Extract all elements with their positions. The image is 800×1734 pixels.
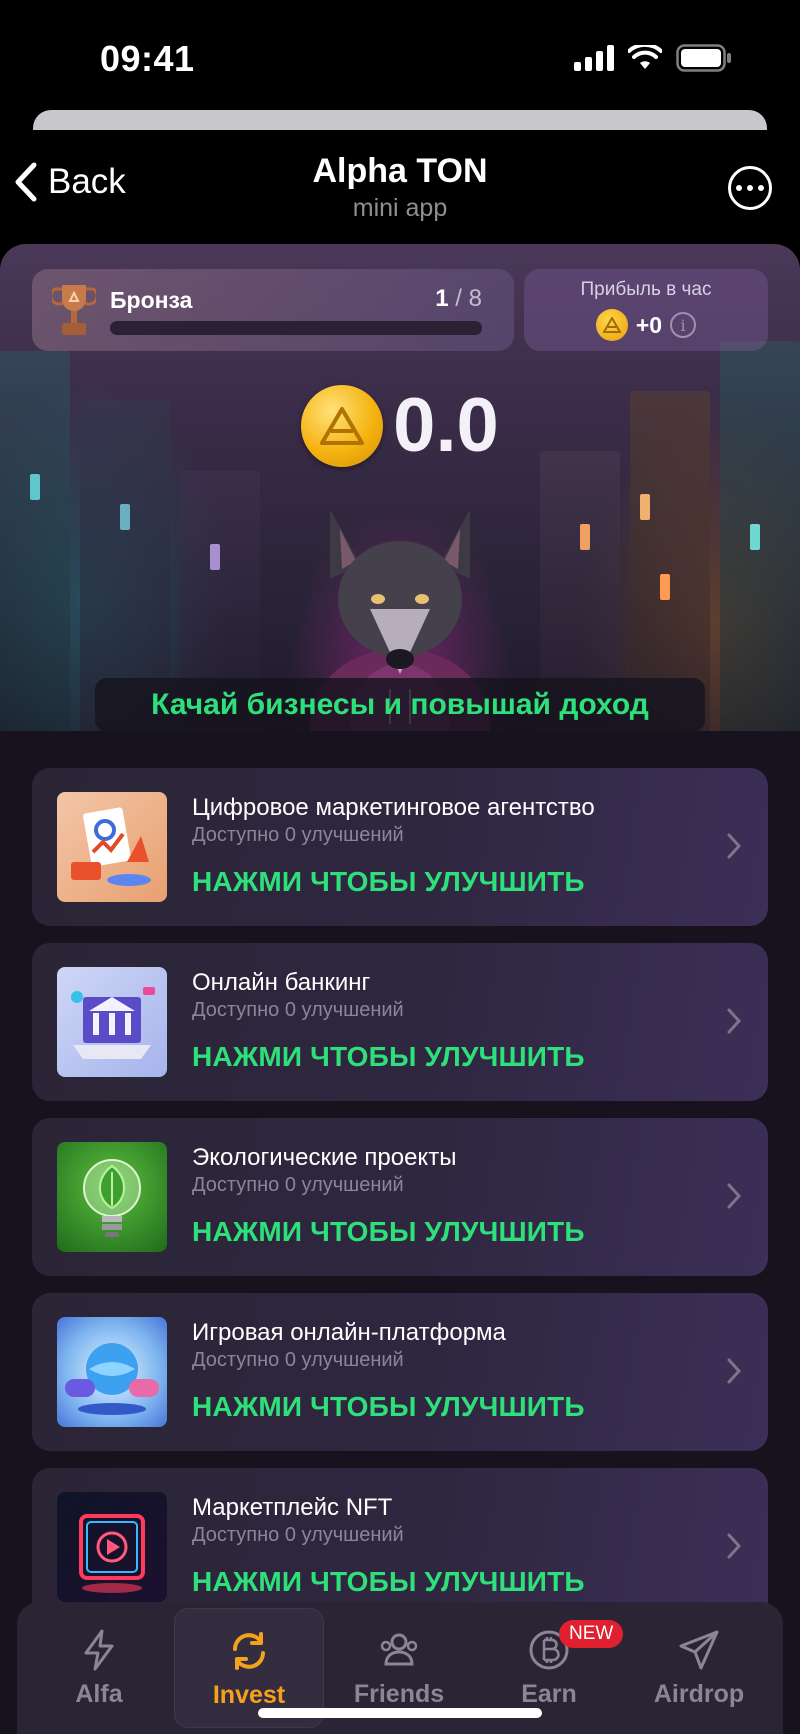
upgrade-cta: НАЖМИ ЧТОБЫ УЛУЧШИТЬ [192, 1391, 585, 1422]
chevron-right-icon [727, 1008, 742, 1034]
upgrade-cta: НАЖМИ ЧТОБЫ УЛУЧШИТЬ [192, 1041, 585, 1072]
profit-row: +0 i [524, 309, 768, 341]
home-indicator[interactable] [258, 1708, 542, 1718]
more-options-button[interactable] [728, 166, 772, 210]
refresh-icon [233, 1632, 265, 1670]
rank-level-separator: / [455, 285, 462, 312]
battery-icon [676, 44, 731, 72]
business-thumbnail-nft [57, 1492, 167, 1602]
upgrade-cta: НАЖМИ ЧТОБЫ УЛУЧШИТЬ [192, 1566, 585, 1597]
neon-light [750, 524, 760, 550]
status-bar: 09:41 [0, 0, 800, 110]
neon-light [30, 474, 40, 500]
rank-name: Бронза [110, 287, 193, 313]
trophy-icon [52, 285, 96, 335]
rank-progress-bar [110, 321, 482, 335]
app-subtitle: mini app [352, 194, 448, 222]
tab-label: Friends [353, 1680, 445, 1708]
upgrade-cta: НАЖМИ ЧТОБЫ УЛУЧШИТЬ [192, 1216, 585, 1247]
rank-card[interactable]: Бронза 1 / 8 [32, 269, 514, 351]
chevron-right-icon [727, 1358, 742, 1384]
tab-label: Invest [212, 1681, 286, 1709]
status-time: 09:41 [100, 38, 195, 79]
business-card[interactable]: Цифровое маркетинговое агентство Доступн… [32, 768, 768, 926]
profit-per-hour-card[interactable]: Прибыль в час +0 i [524, 269, 768, 351]
neon-light [120, 504, 130, 530]
business-card[interactable]: Онлайн банкинг Доступно 0 улучшений НАЖМ… [32, 943, 768, 1101]
upgrade-cta: НАЖМИ ЧТОБЫ УЛУЧШИТЬ [192, 866, 585, 897]
rank-level-max: 8 [468, 285, 482, 312]
neon-light [580, 524, 590, 550]
coin-icon [595, 309, 628, 341]
coin-icon [301, 384, 384, 467]
business-upgrades-available: Доступно 0 улучшений [192, 824, 404, 846]
wifi-icon [628, 45, 662, 69]
rank-level: 1 / 8 [435, 285, 482, 313]
bolt-icon [84, 1629, 114, 1671]
paper-plane-icon [679, 1630, 719, 1670]
profit-label: Прибыль в час [580, 279, 712, 300]
chevron-right-icon [727, 833, 742, 859]
tab-label: Alfa [75, 1680, 123, 1708]
business-list: Цифровое маркетинговое агентство Доступн… [32, 768, 768, 1643]
business-title: Маркетплейс NFT [192, 1494, 393, 1521]
tab-airdrop[interactable]: Airdrop [624, 1608, 774, 1728]
sheet-handle[interactable] [33, 110, 767, 130]
profit-value: +0 [635, 311, 663, 338]
business-thumbnail-banking [57, 967, 167, 1077]
business-upgrades-available: Доступно 0 улучшений [192, 1349, 404, 1371]
hero-section: Бронза 1 / 8 Прибыль в час +0 i 0.0 Кача… [0, 244, 800, 731]
cellular-signal-icon [574, 45, 614, 71]
tab-alfa[interactable]: Alfa [24, 1608, 174, 1728]
main-content[interactable]: Бронза 1 / 8 Прибыль в час +0 i 0.0 Кача… [0, 244, 800, 1734]
business-title: Экологические проекты [192, 1144, 457, 1171]
chevron-right-icon [727, 1533, 742, 1559]
nav-header: Back Alpha TON mini app [0, 130, 800, 244]
neon-light [210, 544, 220, 570]
balance: 0.0 [0, 382, 800, 469]
app-title: Alpha TON [312, 152, 488, 190]
tab-label: Earn [521, 1680, 577, 1708]
new-badge: NEW [559, 1620, 624, 1648]
business-upgrades-available: Доступно 0 улучшений [192, 1174, 404, 1196]
balance-value: 0.0 [393, 383, 499, 468]
hero-banner: Качай бизнесы и повышай доход [95, 678, 705, 731]
business-title: Игровая онлайн-платформа [192, 1319, 506, 1346]
business-upgrades-available: Доступно 0 улучшений [192, 1524, 404, 1546]
business-thumbnail-marketing [57, 792, 167, 902]
more-dot-icon [736, 185, 742, 191]
info-icon[interactable]: i [670, 312, 697, 338]
neon-light [640, 494, 650, 520]
tab-label: Airdrop [653, 1680, 745, 1708]
chevron-right-icon [727, 1183, 742, 1209]
rank-level-current: 1 [435, 285, 449, 312]
business-title: Онлайн банкинг [192, 969, 371, 996]
business-title: Цифровое маркетинговое агентство [192, 794, 595, 821]
business-thumbnail-gaming [57, 1317, 167, 1427]
business-upgrades-available: Доступно 0 улучшений [192, 999, 404, 1021]
business-card[interactable]: Игровая онлайн-платформа Доступно 0 улуч… [32, 1293, 768, 1451]
users-icon [380, 1633, 418, 1666]
neon-light [660, 574, 670, 600]
business-card[interactable]: Экологические проекты Доступно 0 улучшен… [32, 1118, 768, 1276]
business-thumbnail-ecology [57, 1142, 167, 1252]
status-icons [574, 44, 732, 72]
